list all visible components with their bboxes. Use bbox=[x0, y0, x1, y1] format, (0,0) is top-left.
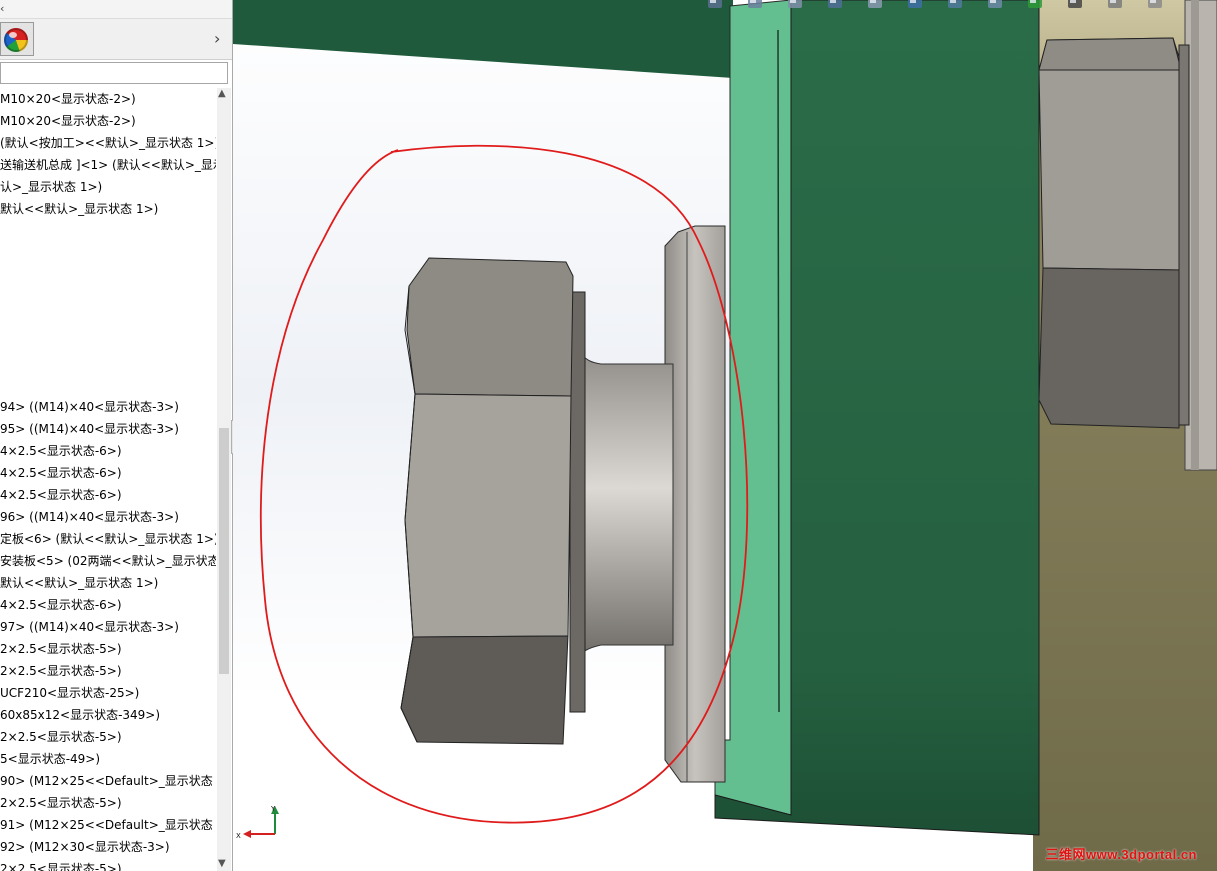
tree-item[interactable]: 2×2.5<显示状态-5>) bbox=[0, 660, 216, 682]
tree-item[interactable]: 91> (M12×25<<Default>_显示状态 1> bbox=[0, 814, 216, 836]
dynamic-annotation-icon[interactable] bbox=[865, 0, 885, 14]
heads-up-view-toolbar bbox=[703, 0, 1217, 16]
display-manager-tab[interactable] bbox=[0, 22, 34, 56]
scroll-thumb[interactable] bbox=[219, 428, 229, 674]
tree-item[interactable]: M10×20<显示状态-2>) bbox=[0, 88, 216, 110]
tree-item[interactable]: 97> ((M14)×40<显示状态-3>) bbox=[0, 616, 216, 638]
tree-item[interactable]: UCF210<显示状态-25>) bbox=[0, 682, 216, 704]
graphics-area[interactable]: Y X 三维网www.3dportal.cn bbox=[233, 0, 1217, 871]
tree-item[interactable]: 60x85x12<显示状态-349>) bbox=[0, 704, 216, 726]
watermark: 三维网www.3dportal.cn bbox=[1045, 847, 1197, 862]
nut-middle-face bbox=[404, 393, 572, 638]
zoom-to-fit-icon[interactable] bbox=[705, 0, 725, 14]
tree-vertical-scrollbar[interactable]: ▲ ▼ bbox=[217, 88, 231, 871]
view-orientation-icon[interactable] bbox=[905, 0, 925, 14]
tree-item[interactable]: 定板<6> (默认<<默认>_显示状态 1>) bbox=[0, 528, 216, 550]
tree-item[interactable]: M10×20<显示状态-2>) bbox=[0, 110, 216, 132]
tree-item[interactable]: 默认<<默认>_显示状态 1>) bbox=[0, 198, 216, 220]
tree-item[interactable]: 4×2.5<显示状态-6>) bbox=[0, 440, 216, 462]
frame-edge-inner bbox=[1191, 0, 1199, 470]
side-nut-shadow bbox=[1178, 44, 1190, 426]
triad-x-label: X bbox=[236, 832, 241, 840]
triad-y-label: Y bbox=[270, 805, 276, 813]
tree-item[interactable]: 2×2.5<显示状态-5>) bbox=[0, 726, 216, 748]
reference-triad: Y X bbox=[236, 805, 279, 840]
model-view bbox=[233, 0, 1217, 871]
panel-header: ‹ bbox=[0, 0, 232, 19]
top-beam bbox=[233, 0, 733, 78]
monitor-icon[interactable] bbox=[1145, 0, 1165, 14]
panel-tab-bar: › bbox=[0, 19, 232, 60]
tree-item[interactable]: 送输送机总成 ]<1> (默认<<默认>_显示状 bbox=[0, 154, 216, 176]
tree-item[interactable]: 5<显示状态-49>) bbox=[0, 748, 216, 770]
display-style-icon[interactable] bbox=[945, 0, 965, 14]
bracket-edge bbox=[777, 29, 780, 713]
section-view-icon[interactable] bbox=[825, 0, 845, 14]
zoom-area-icon[interactable] bbox=[745, 0, 765, 14]
view-settings-icon[interactable] bbox=[1105, 0, 1125, 14]
tree-item[interactable]: 90> (M12×25<<Default>_显示状态 1> bbox=[0, 770, 216, 792]
bolt-shaft bbox=[572, 346, 674, 662]
tree-item[interactable]: 94> ((M14)×40<显示状态-3>) bbox=[0, 396, 216, 418]
tree-item[interactable]: 2×2.5<显示状态-5>) bbox=[0, 638, 216, 660]
nut-top-face bbox=[406, 257, 574, 397]
nut-flange bbox=[569, 291, 586, 713]
side-nut-top-bevel bbox=[1038, 37, 1182, 71]
tree-item[interactable]: 96> ((M14)×40<显示状态-3>) bbox=[0, 506, 216, 528]
frame-edge bbox=[1184, 0, 1217, 471]
tree-item[interactable]: 认>_显示状态 1>) bbox=[0, 176, 216, 198]
scroll-down-icon[interactable]: ▼ bbox=[218, 858, 226, 869]
nut-bottom-face bbox=[400, 635, 569, 745]
tree-item[interactable]: 92> (M12×30<显示状态-3>) bbox=[0, 836, 216, 858]
tree-item[interactable]: 2×2.5<显示状态-5>) bbox=[0, 858, 216, 871]
tab-scroll-right-icon[interactable]: › bbox=[214, 29, 220, 48]
tree-item[interactable]: 安装板<5> (02两端<<默认>_显示状态 bbox=[0, 550, 216, 572]
tree-item[interactable]: (默认<按加工><<默认>_显示状态 1>) bbox=[0, 132, 216, 154]
tree-item[interactable]: 95> ((M14)×40<显示状态-3>) bbox=[0, 418, 216, 440]
feature-manager-panel: ‹ › M10×20<显示状态-2>) M10×20<显示状态-2>) (默认<按… bbox=[0, 0, 233, 871]
tree-item[interactable]: 4×2.5<显示状态-6>) bbox=[0, 484, 216, 506]
tree-filter-input[interactable] bbox=[0, 62, 228, 84]
hide-show-items-icon[interactable] bbox=[985, 0, 1005, 14]
appearance-ball-icon bbox=[4, 28, 28, 52]
side-nut-bottom bbox=[1038, 267, 1182, 429]
tree-item[interactable]: 4×2.5<显示状态-6>) bbox=[0, 462, 216, 484]
side-nut-top bbox=[1038, 37, 1184, 271]
washer bbox=[664, 225, 726, 783]
tree-item[interactable]: 默认<<默认>_显示状态 1>) bbox=[0, 572, 216, 594]
tree-item[interactable]: 2×2.5<显示状态-5>) bbox=[0, 792, 216, 814]
edit-appearance-icon[interactable] bbox=[1025, 0, 1045, 14]
collapse-arrow-icon[interactable]: ‹ bbox=[0, 2, 4, 15]
previous-view-icon[interactable] bbox=[785, 0, 805, 14]
scroll-up-icon[interactable]: ▲ bbox=[218, 88, 226, 99]
tree-item[interactable]: 4×2.5<显示状态-6>) bbox=[0, 594, 216, 616]
apply-scene-icon[interactable] bbox=[1065, 0, 1085, 14]
